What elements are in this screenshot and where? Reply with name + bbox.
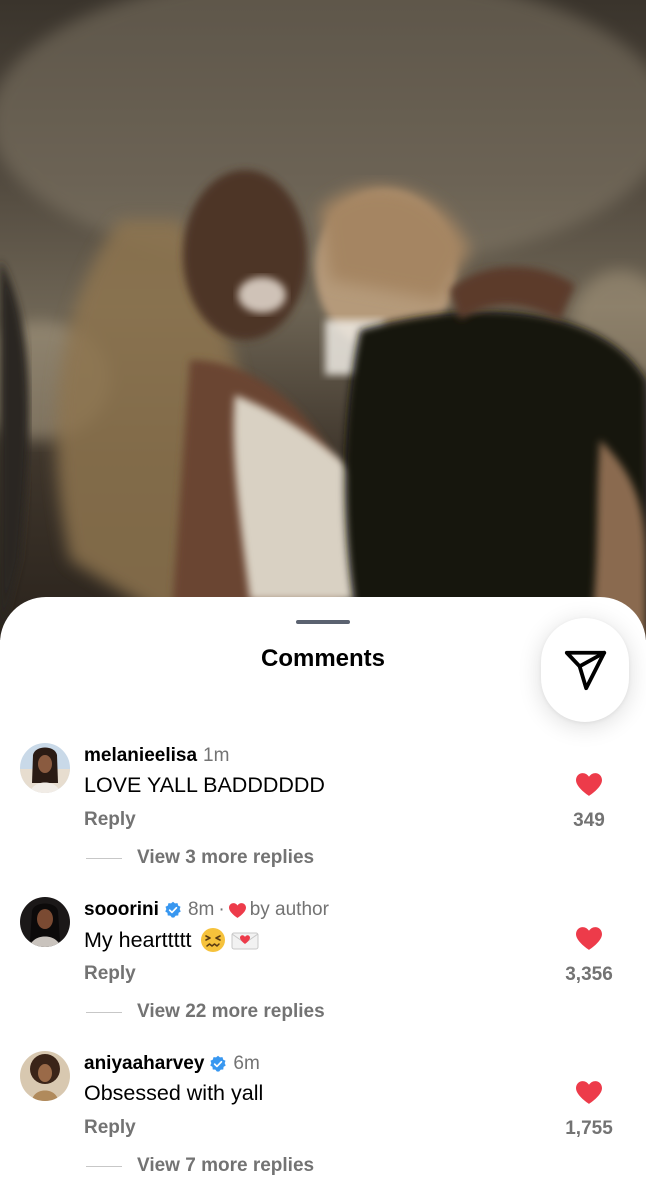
avatar[interactable] [20, 897, 70, 947]
sheet-grabber[interactable] [296, 620, 350, 624]
like-button[interactable]: 1,755 [554, 1081, 624, 1140]
avatar[interactable] [20, 743, 70, 793]
verified-badge-icon [210, 1055, 227, 1072]
view-replies-label: View 7 more replies [137, 1155, 315, 1176]
like-button[interactable]: 349 [554, 773, 624, 832]
comment-text: LOVE YALL BADDDDDD [84, 773, 325, 798]
comment-body: LOVE YALL BADDDDDD [84, 773, 325, 797]
view-replies-button[interactable]: View 22 more replies [86, 1001, 325, 1023]
username[interactable]: melanieelisa [84, 745, 197, 767]
paper-plane-icon [564, 650, 607, 691]
view-replies-button[interactable]: View 7 more replies [86, 1155, 314, 1177]
separator-dot: · [218, 899, 225, 920]
share-button[interactable] [541, 618, 629, 722]
emoji-group [200, 927, 260, 953]
heart-filled-icon [576, 1081, 602, 1104]
view-replies-button[interactable]: View 3 more replies [86, 847, 314, 869]
comment-text: My hearttttt [84, 927, 260, 953]
timestamp: 1m [203, 745, 230, 766]
divider-line [86, 1165, 122, 1167]
comment-body: My hearttttt [84, 927, 192, 952]
comments-sheet: Comments melanieelisa 1m LOVE YALL BADDD… [0, 597, 646, 1200]
by-author-label: by author [249, 899, 329, 920]
view-replies-label: View 22 more replies [137, 1001, 325, 1022]
username[interactable]: sooorini [84, 899, 159, 921]
comment-item: sooorini 8m · by author My hearttttt Rep… [0, 897, 646, 1047]
heart-filled-icon [576, 927, 602, 950]
username[interactable]: aniyaaharvey [84, 1053, 204, 1075]
comment-body: Obsessed with yall [84, 1081, 264, 1105]
avatar[interactable] [20, 1051, 70, 1101]
confounded-face-icon [200, 928, 225, 952]
like-count: 349 [573, 810, 605, 831]
divider-line [86, 857, 122, 859]
reply-button[interactable]: Reply [84, 809, 136, 831]
comment-text: Obsessed with yall [84, 1081, 263, 1106]
like-count: 3,356 [565, 964, 613, 985]
verified-badge-icon [165, 901, 181, 918]
comment-meta: aniyaaharvey 6m [84, 1053, 260, 1075]
comment-meta: melanieelisa 1m [84, 745, 229, 767]
comment-item: aniyaaharvey 6m Obsessed with yall Reply… [0, 1051, 646, 1201]
author-heart-icon [228, 902, 246, 918]
like-count: 1,755 [565, 1118, 613, 1139]
heart-filled-icon [576, 773, 602, 796]
reply-button[interactable]: Reply [84, 963, 136, 985]
comment-meta: sooorini 8m · by author [84, 899, 329, 921]
reply-button[interactable]: Reply [84, 1117, 136, 1139]
like-button[interactable]: 3,356 [554, 927, 624, 986]
view-replies-label: View 3 more replies [137, 847, 315, 868]
post-photo [0, 0, 646, 640]
timestamp: 6m [233, 1053, 260, 1074]
comment-item: melanieelisa 1m LOVE YALL BADDDDDD Reply… [0, 743, 646, 893]
timestamp: 8m [187, 899, 215, 920]
divider-line [86, 1011, 122, 1013]
love-letter-icon [231, 932, 259, 950]
